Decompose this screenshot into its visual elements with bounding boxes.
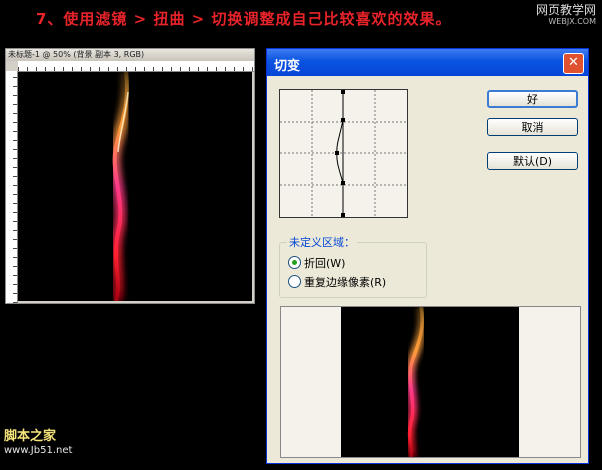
repeat-edge-radio[interactable] bbox=[288, 275, 301, 288]
site-logo-url: WEBJX.COM bbox=[548, 17, 596, 26]
dialog-titlebar[interactable]: 切变 ✕ bbox=[267, 49, 588, 76]
horizontal-ruler bbox=[18, 61, 254, 72]
curve-handle[interactable] bbox=[341, 213, 345, 217]
site-logo-name: 网页教学网 bbox=[535, 3, 596, 17]
undefined-area-label: 未定义区域： bbox=[287, 234, 357, 250]
cancel-button[interactable]: 取消 bbox=[487, 118, 578, 136]
ps-document-window[interactable]: 未标题-1 @ 50% (背景 副本 3, RGB) bbox=[5, 48, 255, 304]
curve-graph[interactable] bbox=[280, 90, 407, 217]
undefined-area-group: 未定义区域： 折回(W) 重复边缘像素(R) bbox=[279, 234, 427, 298]
site-logo: 网页教学网 WEBJX.COM bbox=[536, 4, 596, 28]
shear-dialog: 切变 ✕ 好 取消 默认(D) 未定义区域： 折回(W) 重复边缘像素(R) bbox=[266, 48, 589, 464]
preview-image bbox=[341, 307, 519, 457]
close-icon: ✕ bbox=[568, 55, 579, 70]
watermark-name: 脚本之家 bbox=[4, 429, 57, 444]
preview-light-streak bbox=[404, 307, 428, 457]
wrap-around-option[interactable]: 折回(W) bbox=[288, 255, 345, 271]
document-canvas[interactable] bbox=[18, 72, 252, 301]
curve-handle[interactable] bbox=[341, 118, 345, 122]
wrap-around-radio[interactable] bbox=[288, 256, 301, 269]
ps-document-title[interactable]: 未标题-1 @ 50% (背景 副本 3, RGB) bbox=[6, 49, 254, 61]
close-button[interactable]: ✕ bbox=[563, 53, 584, 74]
dialog-title: 切变 bbox=[274, 59, 301, 74]
curve-handle[interactable] bbox=[341, 90, 345, 94]
shear-curve-grid[interactable] bbox=[279, 89, 408, 218]
step-instruction: 7、使用滤镜 > 扭曲 > 切换调整成自己比较喜欢的效果。 bbox=[36, 10, 452, 28]
light-streak-image bbox=[108, 72, 134, 301]
repeat-edge-option[interactable]: 重复边缘像素(R) bbox=[288, 274, 386, 290]
curve-handle[interactable] bbox=[341, 181, 345, 185]
watermark-url: www.Jb51.net bbox=[4, 445, 73, 456]
curve-handle[interactable] bbox=[335, 151, 339, 155]
vertical-ruler bbox=[6, 71, 18, 303]
ok-button[interactable]: 好 bbox=[487, 90, 578, 108]
preview-pane bbox=[280, 306, 581, 458]
repeat-edge-label: 重复边缘像素(R) bbox=[304, 276, 387, 289]
wrap-around-label: 折回(W) bbox=[304, 257, 346, 270]
default-button[interactable]: 默认(D) bbox=[487, 152, 578, 170]
site-watermark: 脚本之家 www.Jb51.net bbox=[4, 430, 72, 458]
